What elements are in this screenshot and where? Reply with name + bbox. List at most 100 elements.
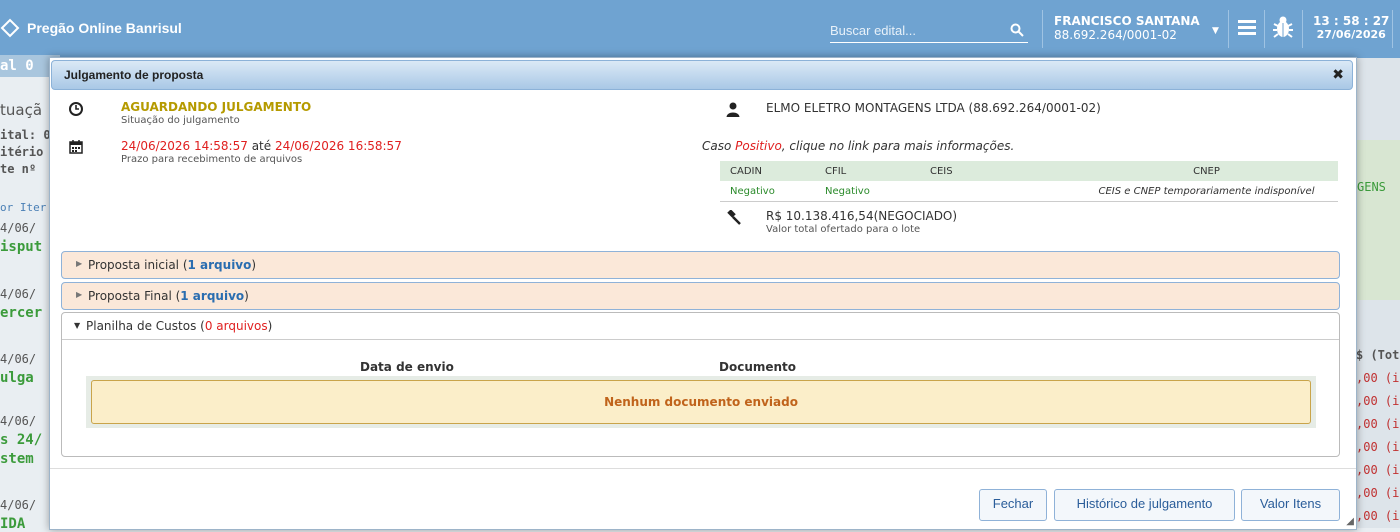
divider [1392,10,1393,48]
table-cell: Negativo [815,181,920,202]
search-box [830,20,1028,43]
background-text: ,00 (i) [1356,394,1400,408]
search-icon[interactable] [1010,23,1024,37]
background-text: IDA [0,516,26,532]
proposal-judgment-dialog: Julgamento de proposta ✖ AGUARDANDO JULG… [49,57,1357,530]
section-final-proposal[interactable]: ▶ Proposta Final (1 arquivo) [61,282,1340,310]
positive-link[interactable]: Positivo [735,139,782,153]
close-icon[interactable]: ✖ [1332,67,1344,83]
background-text: $ (Tota [1356,348,1400,362]
divider [1264,10,1265,48]
background-link[interactable]: or Iter [0,201,46,214]
section-label: Proposta inicial (1 arquivo) [88,258,257,272]
deadline-start: 24/06/2026 14:58:57 [121,139,248,153]
notice-suffix: , clique no link para mais informações. [781,139,1015,153]
background-text: ,00 (i) [1356,486,1400,500]
background-text: ercer [0,305,43,321]
clock-icon [69,102,83,116]
background-text: 4/06/ [0,498,37,512]
table-cell: CEIS e CNEP temporariamente indisponível [1075,181,1338,202]
background-text: GENS [1357,180,1386,194]
section-header[interactable]: ▼ Planilha de Custos (0 arquivos) [62,313,1339,340]
app-title[interactable]: Pregão Online Banrisul [27,20,182,36]
section-title: Planilha de Custos [86,319,197,333]
background-text: ,00 (i) [1356,417,1400,431]
menu-icon[interactable] [1237,17,1257,37]
column-header: Documento [719,360,797,374]
background-text: s 24/ [0,432,43,448]
server-clock: 13 : 58 : 27 27/06/2026 [1313,14,1389,42]
file-count: 0 arquivos [204,319,268,333]
search-input[interactable] [830,20,1000,40]
bug-icon[interactable] [1272,14,1294,40]
user-menu[interactable]: FRANCISCO SANTANA 88.692.264/0001-02 [1054,14,1200,42]
app-logo-icon[interactable] [0,18,20,38]
background-text: ,00 (i) [1356,440,1400,454]
clock-date: 27/06/2026 [1316,28,1386,41]
column-header: Data de envio [360,360,454,374]
background-text: 4/06/ [0,287,37,301]
dialog-header[interactable]: Julgamento de proposta ✖ [51,60,1353,90]
background-text: ,00 (i) [1356,371,1400,385]
section-label: Planilha de Custos (0 arquivos) [86,319,273,333]
section-initial-proposal[interactable]: ▶ Proposta inicial (1 arquivo) [61,251,1340,279]
documents-table: Nenhum documento enviado [86,376,1316,428]
file-count: 1 arquivo [180,289,245,303]
divider [1228,10,1229,48]
background-text: stem [0,451,34,467]
background-text: 4/06/ [0,414,37,428]
divider [1042,10,1043,48]
judgment-history-button[interactable]: Histórico de julgamento [1054,489,1235,521]
user-cnpj[interactable]: 88.692.264/0001-02 [1054,28,1200,42]
background-text: ,00 (i) [1356,463,1400,477]
top-bar: Pregão Online Banrisul FRANCISCO SANTANA… [0,0,1400,58]
table-header-row: CADIN CFIL CEIS CNEP [720,161,1338,181]
background-text: 4/06/ [0,221,37,235]
judgment-status: AGUARDANDO JULGAMENTO [121,100,312,114]
dialog-title: Julgamento de proposta [64,68,204,82]
total-value-label: Valor total ofertado para o lote [766,224,921,235]
clock-time: 13 : 58 : 27 [1313,14,1390,28]
resize-handle-icon[interactable]: ◢ [1346,516,1354,527]
table-cell: Negativo [720,181,815,202]
background-text: al 0 [0,58,34,74]
deadline-end: 24/06/2026 16:58:57 [274,139,402,153]
section-title: Proposta Final [88,289,172,303]
certification-table: CADIN CFIL CEIS CNEP Negativo Negativo C… [720,161,1338,202]
company-name: ELMO ELETRO MONTAGENS LTDA (88.692.264/0… [766,101,1101,115]
file-count: 1 arquivo [187,258,252,272]
close-button[interactable]: Fechar [979,489,1047,521]
judgment-status-label: Situação do julgamento [121,115,240,126]
caret-right-icon: ▶ [76,259,83,268]
section-title: Proposta inicial [88,258,180,272]
column-header: CEIS [920,161,1075,181]
column-header: CFIL [815,161,920,181]
background-text: ulga [0,370,34,386]
table-row: Negativo Negativo CEIS e CNEP temporaria… [720,181,1338,202]
caret-right-icon: ▶ [76,290,83,299]
background-green-panel [1356,140,1400,300]
user-name[interactable]: FRANCISCO SANTANA [1054,14,1200,28]
deadline: 24/06/2026 14:58:57 até 24/06/2026 16:58… [121,139,402,153]
background-text: ital: 0 [0,128,51,142]
divider [50,468,1356,469]
background-text: isput [0,239,43,255]
chevron-down-icon[interactable]: ▼ [1212,26,1219,36]
column-header: CADIN [720,161,815,181]
notice-prefix: Caso [702,139,736,153]
gavel-icon [727,210,741,225]
total-value: R$ 10.138.416,54(NEGOCIADO) [766,209,958,223]
background-text: 4/06/ [0,352,37,366]
background-text: ,00 (i) [1356,509,1400,523]
caret-down-icon: ▼ [74,321,81,330]
deadline-separator: até [247,139,275,153]
empty-message: Nenhum documento enviado [91,380,1311,424]
deadline-label: Prazo para recebimento de arquivos [121,154,303,165]
calendar-icon [69,140,83,154]
item-values-button[interactable]: Valor Itens [1241,489,1340,521]
background-text: te nº [0,162,37,176]
user-icon [726,102,740,117]
column-header: CNEP [1075,161,1338,181]
divider [1302,10,1303,48]
background-text: itério [0,145,44,159]
